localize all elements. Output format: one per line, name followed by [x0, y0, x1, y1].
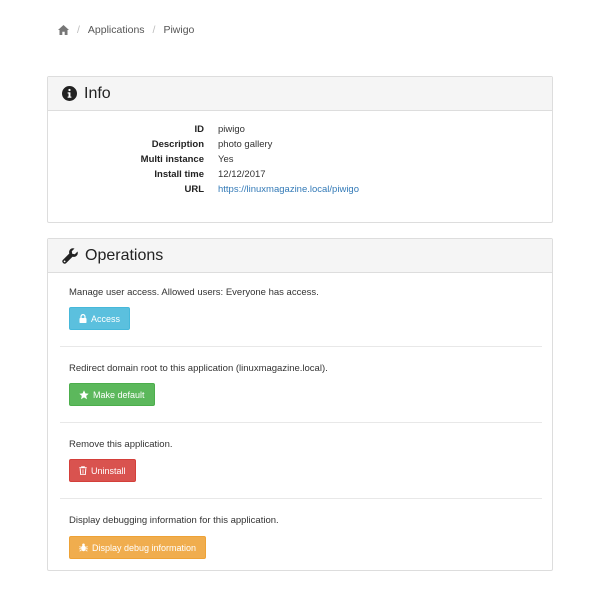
trash-icon	[79, 466, 87, 475]
operations-panel-title: Operations	[85, 246, 164, 264]
info-key: Description	[151, 139, 204, 150]
breadcrumb: / Applications / Piwigo	[58, 24, 194, 36]
breadcrumb-separator: /	[152, 24, 156, 36]
display-debug-button[interactable]: Display debug information	[69, 536, 207, 559]
operation-access: Manage user access. Allowed users: Every…	[69, 287, 543, 330]
operation-uninstall: Remove this application. Uninstall	[69, 439, 543, 482]
operations-panel-header: Operations	[48, 239, 552, 273]
operation-description: Manage user access. Allowed users: Every…	[69, 287, 319, 298]
lock-icon	[79, 314, 87, 323]
info-value: piwigo	[218, 124, 245, 135]
wrench-icon	[62, 247, 78, 264]
star-icon	[79, 389, 89, 400]
operation-description: Redirect domain root to this application…	[69, 363, 328, 374]
breadcrumb-current: Piwigo	[163, 24, 195, 36]
info-value: photo gallery	[218, 139, 273, 150]
operation-description: Display debugging information for this a…	[69, 515, 279, 526]
breadcrumb-applications-link[interactable]: Applications	[88, 24, 145, 36]
info-row-description: Description photo gallery	[48, 139, 554, 154]
info-row-multi-instance: Multi instance Yes	[48, 154, 554, 169]
info-details: ID piwigo Description photo gallery Mult…	[48, 77, 554, 224]
access-button[interactable]: Access	[69, 307, 131, 330]
uninstall-button[interactable]: Uninstall	[69, 459, 136, 482]
operations-panel: Operations Manage user access. Allowed u…	[47, 238, 553, 571]
info-key: Install time	[154, 169, 204, 180]
info-value: Yes	[218, 154, 234, 165]
operation-debug: Display debugging information for this a…	[69, 515, 543, 559]
info-row-id: ID piwigo	[48, 124, 554, 139]
operation-make-default: Redirect domain root to this application…	[69, 363, 543, 406]
operation-divider	[60, 422, 542, 423]
make-default-button-label: Make default	[93, 389, 145, 400]
info-row-url: URL https://linuxmagazine.local/piwigo	[48, 184, 554, 199]
uninstall-button-label: Uninstall	[91, 465, 126, 476]
info-key: Multi instance	[140, 154, 204, 165]
make-default-button[interactable]: Make default	[69, 383, 155, 406]
info-key: URL	[184, 184, 204, 195]
bug-icon	[79, 543, 88, 552]
breadcrumb-separator: /	[77, 24, 80, 36]
operation-divider	[60, 346, 542, 347]
info-row-install-time: Install time 12/12/2017	[48, 169, 554, 184]
info-value: 12/12/2017	[218, 169, 266, 180]
app-url-link[interactable]: https://linuxmagazine.local/piwigo	[218, 184, 359, 195]
info-panel: Info ID piwigo Description photo gallery…	[47, 76, 553, 223]
info-key: ID	[194, 124, 205, 135]
home-icon[interactable]	[58, 25, 69, 35]
access-button-label: Access	[91, 313, 121, 324]
operation-description: Remove this application.	[69, 439, 173, 450]
display-debug-button-label: Display debug information	[92, 542, 197, 553]
operation-divider	[60, 498, 542, 499]
